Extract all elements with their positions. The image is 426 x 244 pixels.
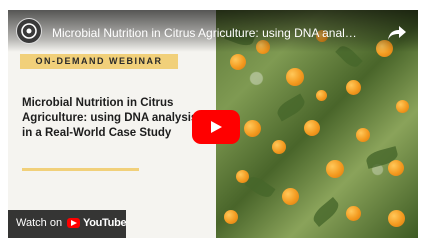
channel-avatar-icon[interactable]	[16, 18, 42, 44]
video-player[interactable]: ON-DEMAND WEBINAR Microbial Nutrition in…	[8, 10, 418, 238]
webinar-badge: ON-DEMAND WEBINAR	[20, 54, 178, 69]
youtube-logo-icon	[67, 218, 80, 228]
watch-on-label: Watch on	[16, 217, 63, 229]
video-top-bar: Microbial Nutrition in Citrus Agricultur…	[8, 10, 418, 52]
play-button[interactable]	[192, 110, 240, 144]
watch-on-youtube-button[interactable]: Watch on YouTube	[8, 210, 127, 238]
play-icon	[211, 121, 222, 133]
video-title[interactable]: Microbial Nutrition in Citrus Agricultur…	[52, 26, 360, 40]
thumbnail-headline: Microbial Nutrition in Citrus Agricultur…	[22, 97, 198, 139]
headline-underline	[22, 168, 139, 171]
share-icon[interactable]	[386, 24, 408, 42]
webinar-badge-label: ON-DEMAND WEBINAR	[35, 56, 163, 66]
youtube-wordmark: YouTube	[83, 217, 127, 229]
